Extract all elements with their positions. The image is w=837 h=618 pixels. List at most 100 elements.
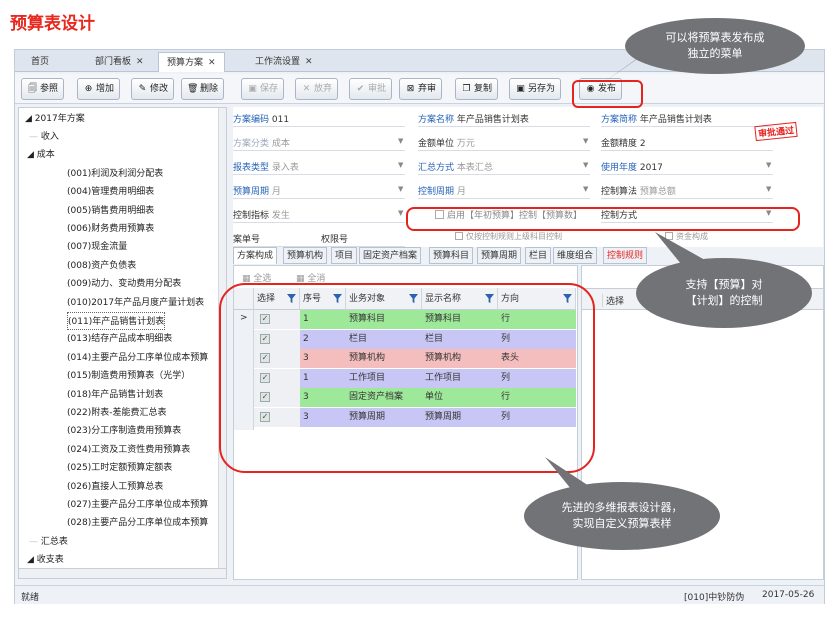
tree-item[interactable]: (026)直接人工预算总表 xyxy=(67,478,163,496)
tree-item[interactable]: (007)现金流量 xyxy=(67,238,127,256)
tree-item[interactable]: (013)结存产品成本明细表 xyxy=(67,330,172,348)
tree-item[interactable]: (008)资产负债表 xyxy=(67,257,136,275)
tree-root-label: 2017年方案 xyxy=(34,114,85,124)
subtab-project[interactable]: 项目 xyxy=(331,247,358,264)
tree-item[interactable]: (018)年产品销售计划表 xyxy=(67,386,163,404)
dropdown-arrow-icon[interactable]: ▼ xyxy=(583,161,588,169)
dropdown-arrow-icon[interactable]: ▼ xyxy=(583,185,588,193)
name-field[interactable]: 方案名称 年产品销售计划表 xyxy=(418,112,529,125)
report-type-field[interactable]: 报表类型 录入表 xyxy=(233,160,299,173)
subtab-subject[interactable]: 预算科目 xyxy=(429,247,474,264)
ticket-field[interactable]: 案单号 xyxy=(233,232,260,245)
dropdown-arrow-icon[interactable]: ▼ xyxy=(398,161,403,169)
precision-value: 2 xyxy=(639,139,646,149)
discard-button[interactable]: ✕ 放弃 xyxy=(295,78,339,100)
tree-item-label: (023)分工序制造费用预算表 xyxy=(67,426,182,437)
approve-button[interactable]: ✔ 审批 xyxy=(349,78,393,100)
tree-item[interactable]: (015)制造费用预算表（光学） xyxy=(67,367,190,385)
toolbar: 🗐 参照 ⊕ 增加 ✎ 修改 🗑 删除 ▣ 保存 ✕ 放弃 ✔ 审批 ⊠ 弃审 ❐ 复制 ▣ 另存为… xyxy=(15,74,824,104)
copy-button[interactable]: ❐ 复制 xyxy=(455,78,499,100)
tab-home[interactable]: 首页 xyxy=(23,52,57,72)
report-type-label: 报表类型 xyxy=(233,163,270,173)
subtab-control-rules[interactable]: 控制规则 xyxy=(603,247,648,264)
tree-root[interactable]: ◢ 2017年方案 xyxy=(25,110,85,128)
tree-item[interactable]: (011)年产品销售计划表 xyxy=(67,312,166,330)
tree-item[interactable]: (014)主要产品分工序单位成本预算 xyxy=(67,349,208,367)
tab-workflow-settings[interactable]: 工作流设置 ✕ xyxy=(247,52,321,72)
tree-item[interactable]: (009)动力、变动费用分配表 xyxy=(67,275,181,293)
tree-item-label: (013)结存产品成本明细表 xyxy=(67,334,173,345)
limit-field[interactable]: 权限号 xyxy=(321,232,348,245)
precision-field[interactable]: 金额精度 2 xyxy=(601,136,646,149)
delete-button[interactable]: 🗑 删除 xyxy=(181,78,225,100)
tree-item[interactable]: ◢ 成本 xyxy=(27,146,55,164)
tree-item[interactable]: (004)管理费用明细表 xyxy=(67,183,154,201)
tree-item[interactable]: (022)附表-差能费汇总表 xyxy=(67,404,166,422)
category-field[interactable]: 方案分类 成本 xyxy=(233,136,290,149)
short-name-field[interactable]: 方案简称 年产品销售计划表 xyxy=(601,112,712,125)
floppy-icon: ▣ xyxy=(516,84,525,94)
delete-label: 删除 xyxy=(200,84,219,94)
tree-item[interactable]: (024)工资及工资性费用预算表 xyxy=(67,441,190,459)
edit-button[interactable]: ✎ 修改 xyxy=(131,78,175,100)
control-highlight xyxy=(406,207,800,231)
subtab-column[interactable]: 栏目 xyxy=(525,247,552,264)
tree-item[interactable]: — 收入 xyxy=(29,128,59,146)
tab-budget-plan[interactable]: 预算方案 ✕ xyxy=(158,52,225,72)
close-icon[interactable]: ✕ xyxy=(305,57,313,67)
tree-item[interactable]: — 汇总表 xyxy=(29,533,68,551)
tree-item[interactable]: (025)工时定额预算定额表 xyxy=(67,459,172,477)
right-col-select[interactable]: 选择 xyxy=(602,294,624,307)
subtab-fixed-asset[interactable]: 固定资产档案 xyxy=(359,247,422,264)
dropdown-arrow-icon[interactable]: ▼ xyxy=(398,137,403,145)
tree-item[interactable]: (027)主要产品分工序单位成本预算 xyxy=(67,496,208,514)
add-button[interactable]: ⊕ 增加 xyxy=(77,78,121,100)
control-index-field[interactable]: 控制指标 发生 xyxy=(233,208,290,221)
approve-label: 审批 xyxy=(368,84,387,94)
tab-label: 预算方案 xyxy=(167,58,204,68)
control-period-field[interactable]: 控制周期 月 xyxy=(418,184,466,197)
control-algo-value: 预算总额 xyxy=(639,187,676,197)
tree-item[interactable]: (010)2017年产品月度产量计划表 xyxy=(67,294,204,312)
summary-field[interactable]: 汇总方式 本表汇总 xyxy=(418,160,493,173)
ref-button[interactable]: 🗐 参照 xyxy=(21,78,65,100)
tab-dept-board[interactable]: 部门看板 ✕ xyxy=(87,52,152,72)
tree-hscrollbar[interactable] xyxy=(18,568,227,579)
expand-arrow-icon[interactable]: ◢ xyxy=(25,114,35,124)
expand-arrow-icon[interactable]: ◢ xyxy=(27,150,37,160)
tree-item[interactable]: (005)销售费用明细表 xyxy=(67,202,154,220)
tree-item-label: (007)现金流量 xyxy=(67,242,128,253)
period-field[interactable]: 预算周期 月 xyxy=(233,184,281,197)
tree-item[interactable]: (001)利润及利润分配表 xyxy=(67,165,163,183)
subtab-org[interactable]: 预算机构 xyxy=(283,247,328,264)
code-field[interactable]: 方案编码 011 xyxy=(233,112,289,125)
only-upper-field[interactable]: 仅按控制规则上级科目控制 xyxy=(455,231,562,242)
tree-item-label: (025)工时定额预算定额表 xyxy=(67,463,173,474)
close-icon[interactable]: ✕ xyxy=(136,57,144,67)
tree-item[interactable]: (023)分工序制造费用预算表 xyxy=(67,422,181,440)
checkbox-icon[interactable] xyxy=(455,232,463,240)
dropdown-arrow-icon[interactable]: ▼ xyxy=(766,161,771,169)
dropdown-arrow-icon[interactable]: ▼ xyxy=(583,137,588,145)
tree-item[interactable]: ◢ 收支表 xyxy=(27,551,64,569)
dropdown-arrow-icon[interactable]: ▼ xyxy=(766,185,771,193)
subtab-period[interactable]: 预算周期 xyxy=(477,247,522,264)
dropdown-arrow-icon[interactable]: ▼ xyxy=(398,185,403,193)
unit-field[interactable]: 金额单位 万元 xyxy=(418,136,475,149)
dropdown-arrow-icon[interactable]: ▼ xyxy=(398,209,403,217)
save-as-button[interactable]: ▣ 另存为 xyxy=(509,78,562,100)
control-algo-field[interactable]: 控制算法 预算总额 xyxy=(601,184,676,197)
tab-label: 首页 xyxy=(31,57,50,67)
unapprove-button[interactable]: ⊠ 弃审 xyxy=(399,78,443,100)
year-label: 使用年度 xyxy=(601,163,638,173)
year-field[interactable]: 使用年度 2017 xyxy=(601,160,663,173)
subtab-composition[interactable]: 方案构成 xyxy=(233,247,278,264)
save-button[interactable]: ▣ 保存 xyxy=(241,78,285,100)
subtab-dimension[interactable]: 维度组合 xyxy=(553,247,598,264)
plan-tree: ◢ 2017年方案 — 收入 ◢ 成本 (001)利润及利润分配表 (004)管理费用… xyxy=(18,107,227,571)
tree-item-label: (009)动力、变动费用分配表 xyxy=(67,279,182,290)
tree-item[interactable]: (006)财务费用预算表 xyxy=(67,220,154,238)
expand-arrow-icon[interactable]: ◢ xyxy=(27,555,37,565)
close-icon[interactable]: ✕ xyxy=(208,58,216,68)
tree-item[interactable]: (028)主要产品分工序单位成本预算 xyxy=(67,514,208,532)
